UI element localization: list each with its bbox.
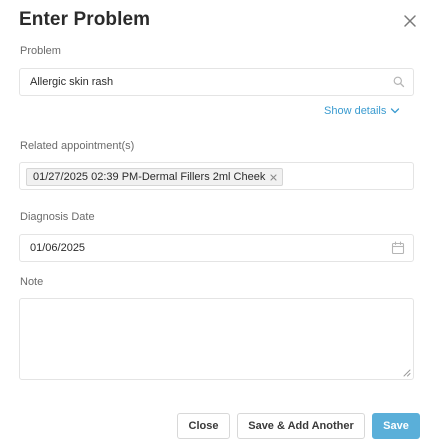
enter-problem-dialog: Enter Problem Problem Allergic skin rash… (0, 0, 432, 446)
dialog-title: Enter Problem (19, 9, 151, 30)
save-button[interactable]: Save (372, 413, 420, 439)
diagnosis-date-input[interactable]: 01/06/2025 (19, 234, 414, 262)
calendar-icon[interactable] (391, 241, 405, 255)
note-textarea[interactable] (19, 298, 414, 380)
diagnosis-date-label: Diagnosis Date (20, 211, 95, 223)
chip-remove-icon[interactable] (269, 173, 278, 182)
search-icon (393, 76, 405, 88)
save-add-another-button[interactable]: Save & Add Another (237, 413, 365, 439)
problem-label: Problem (20, 45, 61, 57)
problem-value: Allergic skin rash (30, 76, 114, 88)
note-label: Note (20, 276, 44, 288)
related-appointments-input[interactable]: 01/27/2025 02:39 PM-Dermal Fillers 2ml C… (19, 162, 414, 190)
appointment-chip: 01/27/2025 02:39 PM-Dermal Fillers 2ml C… (26, 168, 284, 186)
appointment-chip-label: 01/27/2025 02:39 PM-Dermal Fillers 2ml C… (33, 171, 266, 183)
problem-input[interactable]: Allergic skin rash (19, 68, 414, 96)
diagnosis-date-value: 01/06/2025 (30, 242, 86, 254)
show-details-label: Show details (324, 105, 387, 117)
related-appointments-label: Related appointment(s) (20, 140, 135, 152)
show-details-link[interactable]: Show details (324, 105, 400, 117)
close-icon[interactable] (401, 12, 419, 30)
resize-grip-icon[interactable] (403, 369, 411, 377)
chevron-down-icon (391, 108, 400, 114)
close-button[interactable]: Close (177, 413, 230, 439)
